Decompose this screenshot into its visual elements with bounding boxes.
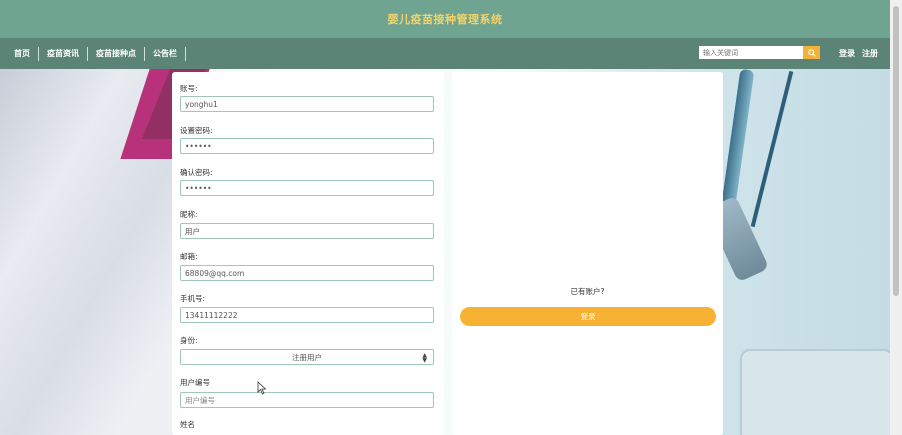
site-title: 婴儿疫苗接种管理系统 [387,13,503,26]
auth-links: 登录 注册 [832,38,878,69]
identity-label: 身份: [180,336,198,345]
nav-item-notice-board[interactable]: 公告栏 [145,46,186,61]
scrollbar-thumb[interactable] [893,6,899,296]
name-label: 姓名 [180,420,195,429]
account-label: 账号: [180,84,198,93]
login-button[interactable]: 登录 [460,307,716,326]
search-input[interactable] [699,46,803,59]
site-header: 婴儿疫苗接种管理系统 [0,0,890,38]
password-input[interactable]: •••••• [180,138,434,154]
account-input[interactable]: yonghu1 [180,96,434,112]
login-side-panel: 已有账户? 登录 [452,72,723,435]
identity-select[interactable]: 注册用户 ▲ ▼ [180,349,434,365]
search-button[interactable] [803,46,820,59]
select-arrows-icon: ▲ ▼ [422,352,427,364]
password-label: 设置密码: [180,126,213,135]
page-scrollbar[interactable] [890,0,902,435]
user-no-input[interactable]: 用户编号 [180,392,434,408]
nickname-input[interactable]: 用户 [180,223,434,239]
mouse-cursor-icon [257,381,267,395]
register-link[interactable]: 注册 [862,48,878,59]
phone-label: 手机号: [180,294,206,303]
nav-item-vaccination-sites[interactable]: 疫苗接种点 [88,46,145,61]
email-input[interactable]: 68809@qq.com [180,265,434,281]
register-form: 账号: yonghu1 设置密码: •••••• 确认密码: •••••• 昵称… [172,72,444,435]
nav-item-vaccine-news[interactable]: 疫苗资讯 [39,46,88,61]
email-label: 邮箱: [180,252,198,261]
search-box [699,46,820,59]
user-no-label: 用户编号 [180,378,210,387]
confirm-password-input[interactable]: •••••• [180,180,434,196]
nav-bar: 首页 疫苗资讯 疫苗接种点 公告栏 登录 注册 [0,38,890,69]
phone-input[interactable]: 13411112222 [180,307,434,323]
search-icon [807,48,816,57]
nickname-label: 昵称: [180,210,198,219]
background-image [0,69,890,435]
confirm-password-label: 确认密码: [180,168,213,177]
login-link[interactable]: 登录 [839,48,855,59]
has-account-text: 已有账户? [570,287,605,296]
nav-item-home[interactable]: 首页 [0,46,39,61]
identity-selected-value: 注册用户 [292,352,322,362]
